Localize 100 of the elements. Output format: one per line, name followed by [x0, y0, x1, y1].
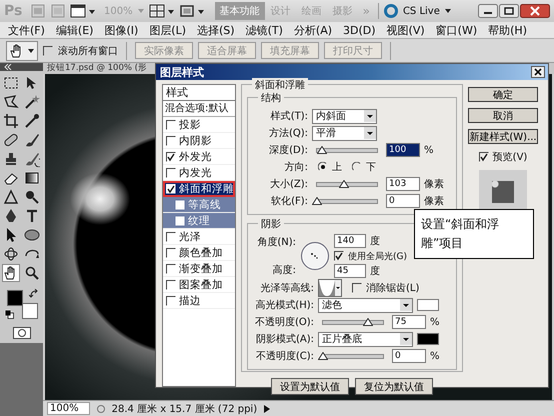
value-field[interactable]: 140 — [334, 234, 366, 248]
effect-item[interactable]: 投影 — [163, 117, 235, 133]
pen-icon[interactable] — [3, 208, 19, 224]
blend-mode-dropdown[interactable]: 正片叠底 — [318, 332, 413, 346]
slider-thumb[interactable] — [318, 352, 328, 360]
menu-item[interactable]: 选择(S) — [197, 22, 235, 38]
menu-item[interactable]: 滤镜(T) — [246, 22, 283, 38]
effect-item[interactable]: 渐变叠加 — [163, 261, 235, 277]
effect-item[interactable]: 描边 — [163, 293, 235, 309]
dialog-button[interactable]: 取消 — [468, 108, 538, 123]
checkbox[interactable] — [166, 280, 176, 290]
type-tool-icon[interactable] — [24, 208, 40, 224]
minimize-icon[interactable] — [478, 4, 498, 18]
technique-dropdown[interactable]: 平滑 — [312, 126, 377, 140]
rotate-icon[interactable] — [3, 246, 19, 262]
effect-sub-item[interactable]: 纹理 — [163, 213, 235, 229]
checkbox[interactable] — [166, 232, 176, 242]
triangle-icon[interactable] — [3, 189, 19, 205]
checkbox[interactable] — [334, 251, 344, 261]
checkbox[interactable] — [166, 296, 176, 306]
checkbox[interactable] — [166, 152, 176, 162]
wand-icon[interactable] — [24, 94, 40, 110]
play-arrow-icon[interactable] — [263, 404, 272, 414]
double-chevron-icon[interactable] — [4, 64, 12, 70]
effect-item[interactable]: 外发光 — [163, 149, 235, 165]
checkbox[interactable] — [166, 248, 176, 258]
list-item[interactable]: 混合选项:默认 — [163, 101, 235, 117]
lollipop-icon[interactable] — [24, 189, 40, 205]
menu-item[interactable]: 图层(L) — [149, 22, 186, 38]
default-button[interactable]: 复位为默认值 — [355, 378, 433, 395]
checkbox[interactable] — [175, 200, 185, 210]
background-swatch[interactable] — [22, 303, 38, 319]
color-swatch[interactable] — [417, 333, 439, 345]
magnifier-icon[interactable] — [24, 265, 40, 281]
frame-icon[interactable] — [178, 3, 205, 19]
effect-item[interactable]: 内阴影 — [163, 133, 235, 149]
menu-item[interactable]: 帮助(H) — [488, 22, 527, 38]
style-dropdown[interactable]: 内斜面 — [312, 108, 377, 124]
lasso-icon[interactable] — [3, 94, 19, 110]
radio-button[interactable] — [352, 162, 362, 172]
grid-icon[interactable] — [148, 3, 175, 19]
effect-item[interactable]: 颜色叠加 — [163, 245, 235, 261]
stamp-icon[interactable] — [3, 151, 19, 167]
slider-thumb[interactable] — [312, 196, 322, 204]
menu-item[interactable]: 3D(D) — [343, 24, 376, 36]
close-icon[interactable] — [531, 66, 545, 78]
value-field[interactable]: 0 — [392, 349, 426, 363]
effect-item[interactable]: 图案叠加 — [163, 277, 235, 293]
effect-sub-item[interactable]: 等高线 — [163, 197, 235, 213]
dashed-rectangle-icon[interactable] — [3, 75, 19, 91]
menu-item[interactable]: 视图(V) — [386, 22, 425, 38]
slider-thumb[interactable] — [316, 146, 327, 154]
contour-picker[interactable] — [318, 279, 342, 297]
caret-icon[interactable] — [444, 7, 452, 15]
default-button[interactable]: 设置为默认值 — [271, 378, 349, 395]
window-icon[interactable] — [70, 3, 96, 19]
restore-icon[interactable] — [499, 4, 519, 18]
brush-icon[interactable] — [24, 151, 40, 167]
value-field[interactable]: 100 — [386, 143, 420, 157]
ellipse-icon[interactable] — [24, 227, 40, 243]
menu-item[interactable]: 分析(A) — [294, 22, 332, 38]
checkbox[interactable] — [175, 216, 185, 226]
zoom-field[interactable]: 100% — [47, 402, 90, 415]
quick-mask-icon[interactable] — [12, 327, 30, 339]
value-field[interactable]: 103 — [386, 177, 420, 191]
gradient-icon[interactable] — [24, 170, 40, 186]
checkbox[interactable] — [43, 46, 53, 56]
dialog-button[interactable]: 新建样式(W)... — [468, 129, 538, 144]
checkbox[interactable] — [166, 120, 176, 130]
color-swatch[interactable] — [417, 299, 439, 311]
angle-dial[interactable] — [300, 241, 330, 271]
checkbox[interactable] — [478, 152, 489, 162]
menu-item[interactable]: 编辑(E) — [56, 22, 94, 38]
cs-live-menu[interactable]: CS Live — [402, 6, 440, 16]
menu-item[interactable]: 文件(F) — [8, 22, 45, 38]
dialog-button[interactable]: 确定 — [468, 87, 538, 102]
close-icon[interactable] — [520, 4, 550, 18]
checkbox[interactable] — [352, 283, 362, 293]
swap-arrow-icon[interactable] — [28, 289, 38, 299]
radio-button[interactable] — [318, 162, 328, 172]
eyedropper-icon[interactable] — [24, 113, 40, 129]
ring-icon[interactable] — [382, 3, 399, 19]
brush-icon[interactable] — [24, 132, 40, 148]
foreground-swatch[interactable] — [6, 290, 22, 306]
checkbox[interactable] — [166, 264, 176, 274]
checkbox[interactable] — [166, 184, 176, 194]
list-header[interactable]: 样式 — [163, 85, 235, 101]
hand-icon[interactable] — [3, 265, 19, 281]
checkbox[interactable] — [166, 136, 176, 146]
effect-item[interactable]: 斜面和浮雕 — [163, 181, 235, 197]
tool-preset-picker[interactable] — [6, 40, 38, 60]
value-field[interactable]: 45 — [334, 264, 366, 278]
blend-mode-dropdown[interactable]: 滤色 — [318, 298, 413, 312]
crop-icon[interactable] — [3, 113, 19, 129]
value-field[interactable]: 0 — [386, 194, 420, 208]
mini-swatches-icon[interactable] — [4, 310, 14, 319]
checkbox[interactable] — [166, 168, 176, 178]
slider-thumb[interactable] — [339, 180, 349, 188]
value-field[interactable]: 75 — [392, 315, 426, 329]
menu-item[interactable]: 窗口(W) — [436, 22, 478, 38]
